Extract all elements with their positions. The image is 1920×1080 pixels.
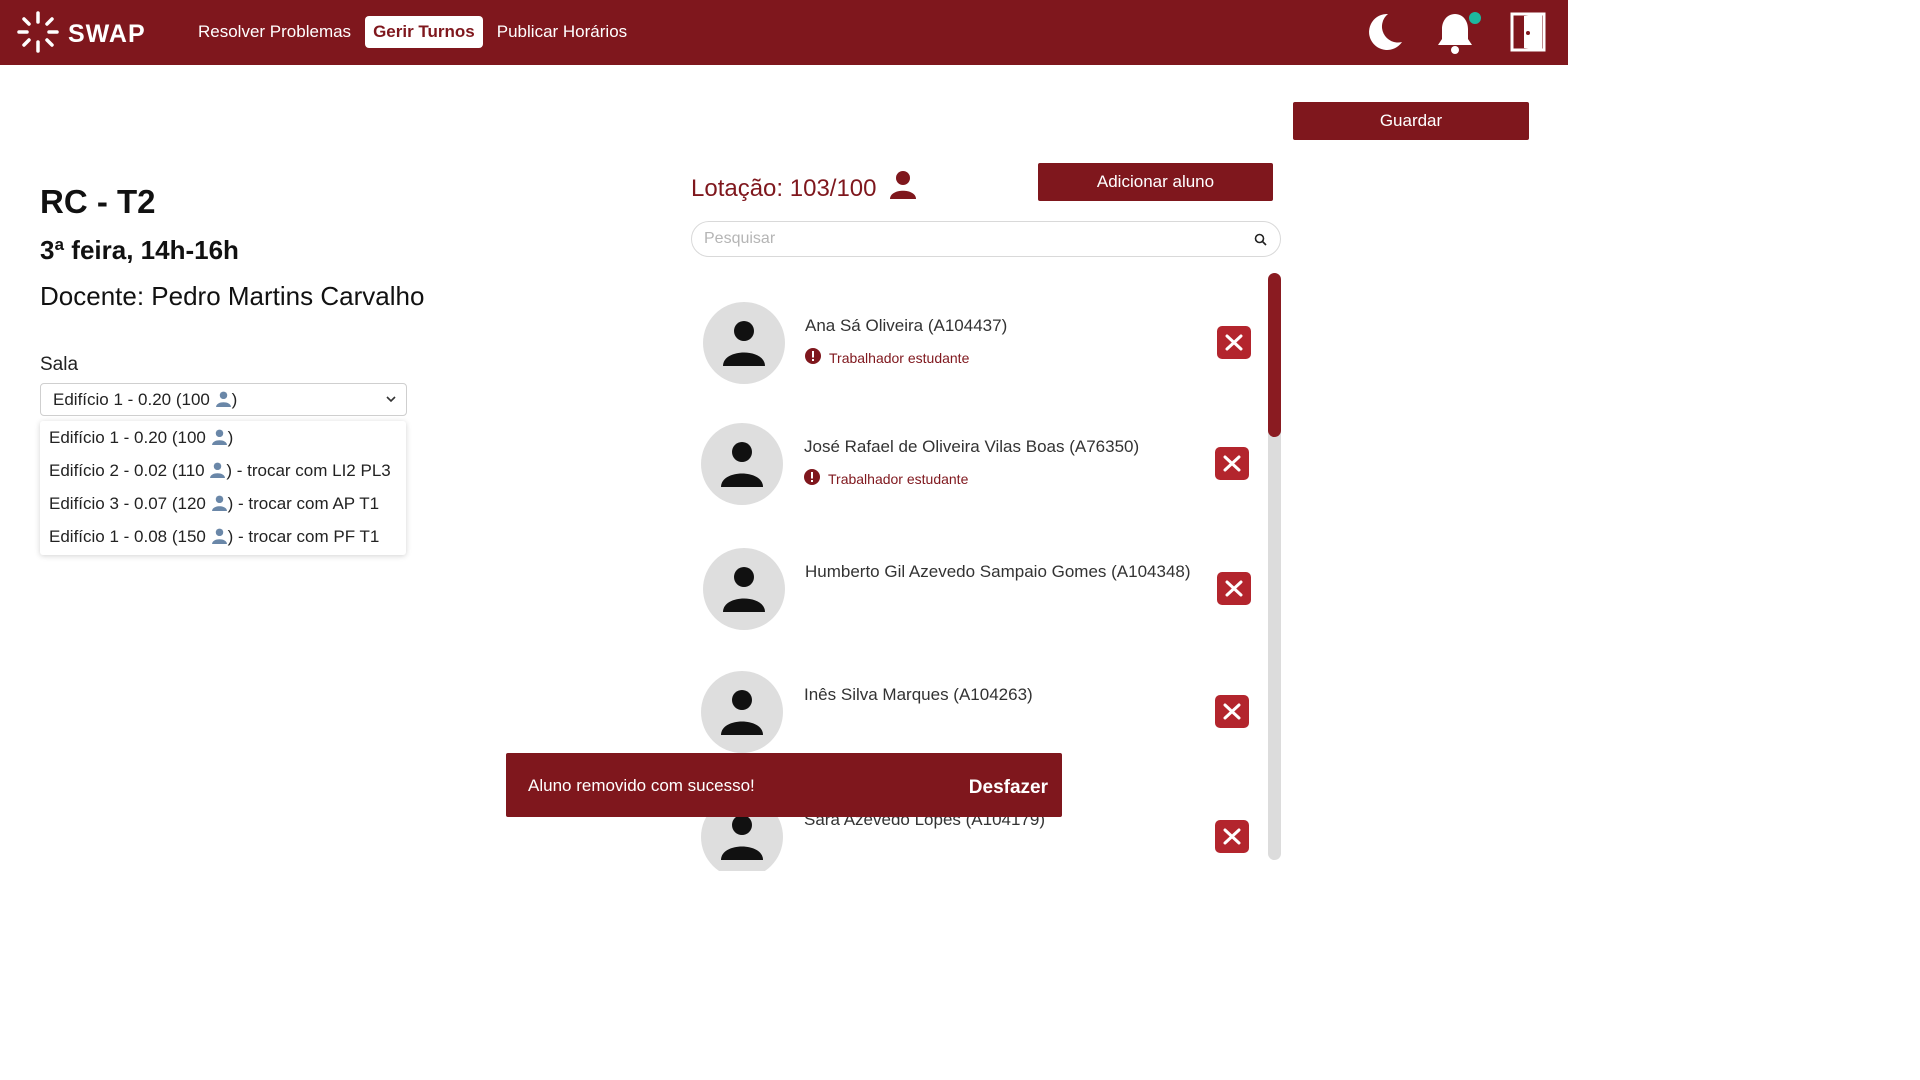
room-select-value: Edifício 1 - 0.20 (100 — [53, 390, 210, 409]
chevron-down-icon — [386, 384, 396, 425]
list-item: Ana Sá Oliveira (A104437) Trabalhador es… — [691, 302, 1261, 402]
room-select[interactable]: Edifício 1 - 0.20 (100 ) — [40, 383, 407, 416]
notification-badge — [1467, 10, 1483, 26]
person-icon — [723, 567, 765, 612]
room-option[interactable]: Edifício 3 - 0.07 (120 ) - trocar com AP… — [40, 489, 406, 522]
close-icon — [1223, 828, 1241, 845]
nav-gerir-turnos[interactable]: Gerir Turnos — [365, 16, 483, 48]
student-name: Inês Silva Marques (A104263) — [804, 685, 1033, 704]
moon-icon[interactable] — [1366, 12, 1404, 57]
alert-icon — [804, 469, 820, 488]
student-name: Humberto Gil Azevedo Sampaio Gomes (A104… — [805, 562, 1191, 581]
main-nav: Resolver Problemas Gerir Turnos Publicar… — [190, 16, 635, 48]
capacity-indicator: Lotação: 103/100 — [691, 170, 917, 207]
list-item: José Rafael de Oliveira Vilas Boas (A763… — [691, 423, 1261, 523]
toast-notification: Aluno removido com sucesso! Desfazer — [506, 753, 1062, 817]
nav-publicar-horarios[interactable]: Publicar Horários — [489, 16, 635, 48]
scrollbar[interactable] — [1268, 273, 1281, 860]
room-dropdown: Edifício 1 - 0.20 (100 ) Edifício 2 - 0.… — [40, 421, 406, 555]
person-icon — [211, 425, 228, 454]
room-option[interactable]: Edifício 1 - 0.08 (150 ) - trocar com PF… — [40, 522, 406, 555]
person-icon — [211, 524, 228, 553]
alert-icon — [805, 348, 821, 367]
shift-teacher: Docente: Pedro Martins Carvalho — [40, 281, 425, 311]
student-tag: Trabalhador estudante — [805, 348, 969, 367]
list-item: Humberto Gil Azevedo Sampaio Gomes (A104… — [691, 548, 1261, 648]
scrollbar-thumb[interactable] — [1268, 273, 1281, 437]
person-icon — [215, 386, 232, 417]
nav-resolver-problemas[interactable]: Resolver Problemas — [190, 16, 359, 48]
app-name: SWAP — [68, 20, 146, 48]
save-button[interactable]: Guardar — [1293, 102, 1529, 140]
close-icon — [1223, 455, 1241, 472]
person-icon — [211, 491, 228, 520]
capacity-text: Lotação: 103/100 — [691, 174, 877, 202]
app-logo[interactable]: SWAP — [16, 10, 146, 59]
student-tag: Trabalhador estudante — [804, 469, 968, 488]
close-icon — [1225, 334, 1243, 351]
top-bar: SWAP Resolver Problemas Gerir Turnos Pub… — [0, 0, 1568, 65]
avatar — [703, 302, 785, 384]
search-box — [691, 221, 1281, 257]
search-input[interactable] — [704, 222, 1244, 256]
avatar — [703, 548, 785, 630]
room-label: Sala — [40, 354, 79, 375]
close-icon — [1223, 703, 1241, 720]
room-option[interactable]: Edifício 2 - 0.02 (110 ) - trocar com LI… — [40, 456, 406, 489]
close-icon — [1225, 580, 1243, 597]
add-student-button[interactable]: Adicionar aluno — [1038, 163, 1273, 201]
remove-student-button[interactable] — [1217, 326, 1251, 359]
avatar — [701, 671, 783, 753]
remove-student-button[interactable] — [1215, 695, 1249, 728]
person-icon — [723, 321, 765, 366]
person-icon — [721, 690, 763, 735]
room-option[interactable]: Edifício 1 - 0.20 (100 ) — [40, 423, 406, 456]
swap-logo-icon — [16, 10, 60, 59]
remove-student-button[interactable] — [1217, 572, 1251, 605]
search-icon[interactable] — [1254, 233, 1267, 251]
person-icon — [209, 458, 226, 487]
toast-message: Aluno removido com sucesso! — [528, 776, 755, 795]
person-icon — [889, 170, 917, 207]
student-name: Ana Sá Oliveira (A104437) — [805, 316, 1008, 335]
person-icon — [721, 815, 763, 860]
remove-student-button[interactable] — [1215, 820, 1249, 853]
student-name: José Rafael de Oliveira Vilas Boas (A763… — [804, 437, 1140, 456]
undo-button[interactable]: Desfazer — [969, 777, 1048, 799]
remove-student-button[interactable] — [1215, 447, 1249, 480]
logout-door-icon[interactable] — [1510, 12, 1546, 57]
shift-title: RC - T2 — [40, 183, 156, 220]
avatar — [701, 423, 783, 505]
shift-schedule: 3ª feira, 14h-16h — [40, 235, 239, 265]
person-icon — [721, 442, 763, 487]
